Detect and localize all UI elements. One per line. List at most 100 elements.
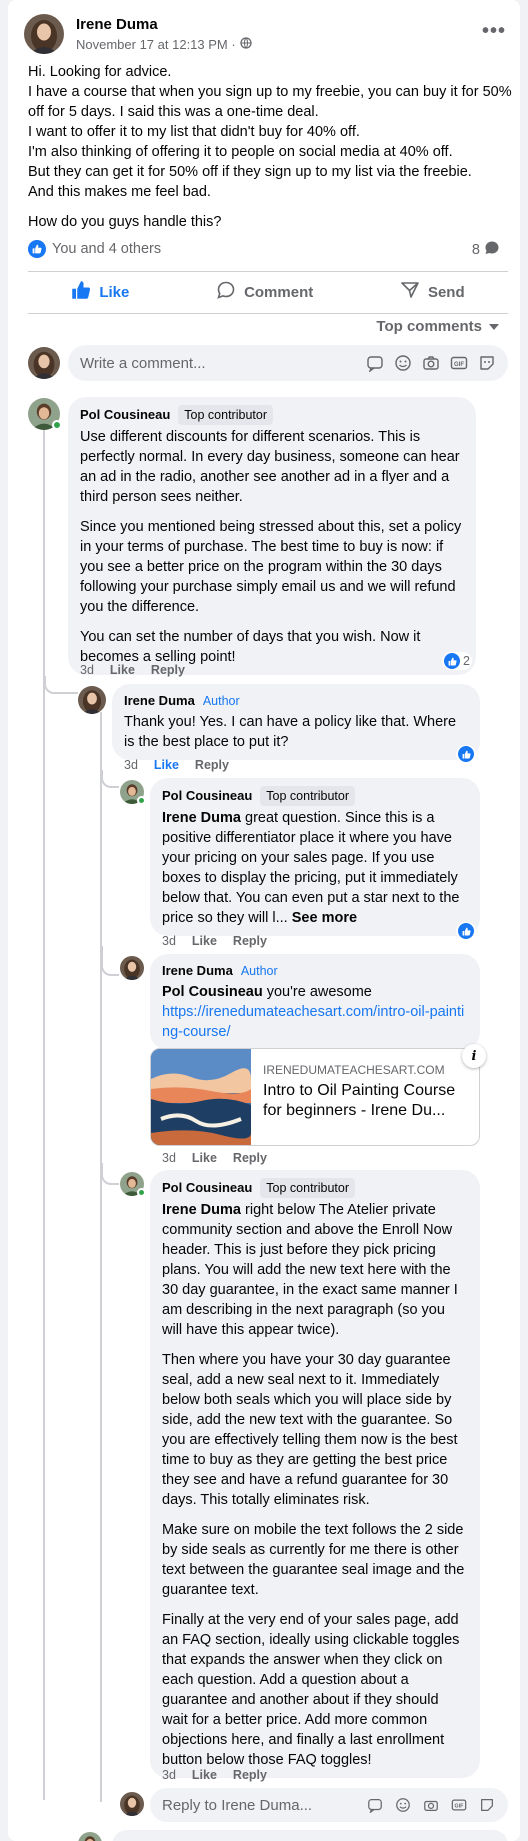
comment-paragraph: Since you mentioned being stressed about… bbox=[80, 519, 462, 615]
author-badge: Author bbox=[240, 964, 278, 978]
link-preview-image bbox=[151, 1049, 251, 1145]
like-button-label: Like bbox=[99, 283, 130, 301]
link-preview-card[interactable]: irenedumateachesart.com Intro to Oil Pai… bbox=[150, 1048, 480, 1146]
mention-link[interactable]: Pol Cousineau bbox=[162, 984, 263, 1000]
input-icons: GIF bbox=[366, 354, 496, 372]
next-comment-bubble bbox=[112, 1830, 508, 1841]
gif-icon[interactable]: GIF bbox=[450, 354, 468, 372]
send-button[interactable]: Send bbox=[386, 274, 479, 310]
reply-paragraph: Make sure on mobile the text follows the… bbox=[162, 1522, 465, 1598]
top-contributor-badge: Top contributor bbox=[260, 1178, 355, 1198]
reply-actions: 3d Like Reply bbox=[162, 1768, 267, 1782]
sticker-icon[interactable] bbox=[366, 354, 384, 372]
online-indicator bbox=[137, 1188, 146, 1197]
reply-author[interactable]: Irene Duma bbox=[162, 962, 233, 980]
reply-like-button[interactable]: Like bbox=[192, 934, 217, 948]
post-card: Irene Duma November 17 at 12:13 PM · •••… bbox=[8, 0, 520, 1841]
sort-label: Top comments bbox=[376, 318, 482, 335]
post-paragraph: I want to offer it to my list that didn'… bbox=[28, 124, 360, 140]
link-preview-domain: irenedumateachesart.com bbox=[263, 1063, 445, 1077]
reaction-count[interactable] bbox=[456, 922, 476, 940]
post-timestamp[interactable]: November 17 at 12:13 PM · bbox=[76, 37, 236, 52]
avatar-sticker-icon[interactable] bbox=[478, 354, 496, 372]
comment-header: Pol Cousineau Top contributor bbox=[80, 405, 464, 425]
reply-time[interactable]: 3d bbox=[162, 934, 176, 948]
online-indicator bbox=[52, 420, 62, 430]
reply-text: Irene Duma right below The Atelier priva… bbox=[162, 1200, 468, 1340]
camera-icon[interactable] bbox=[422, 1796, 440, 1814]
reactions-summary[interactable]: You and 4 others bbox=[28, 240, 161, 258]
reply-like-button[interactable]: Like bbox=[154, 758, 179, 772]
write-comment-input[interactable]: Write a comment... GIF bbox=[68, 345, 508, 381]
reply-time[interactable]: 3d bbox=[162, 1768, 176, 1782]
chevron-down-icon bbox=[488, 318, 500, 335]
mention-link[interactable]: Irene Duma bbox=[162, 1202, 241, 1218]
avatar[interactable] bbox=[78, 686, 106, 714]
comment-button[interactable]: Comment bbox=[202, 274, 327, 310]
reply-author[interactable]: Pol Cousineau bbox=[162, 787, 252, 805]
avatar[interactable] bbox=[24, 14, 64, 54]
link-preview-title: Intro to Oil Painting Course for beginne… bbox=[263, 1082, 456, 1119]
reply-like-button[interactable]: Like bbox=[192, 1768, 217, 1782]
comment-icon bbox=[484, 240, 500, 260]
online-indicator bbox=[137, 796, 146, 805]
like-button[interactable]: Like bbox=[57, 274, 143, 310]
reply-time[interactable]: 3d bbox=[162, 1151, 176, 1165]
post-paragraph: I'm also thinking of offering it to peop… bbox=[28, 144, 453, 160]
reply-input[interactable]: Reply to Irene Duma... GIF bbox=[150, 1788, 508, 1822]
camera-icon[interactable] bbox=[422, 354, 440, 372]
emoji-icon[interactable] bbox=[394, 1796, 412, 1814]
comment-author[interactable]: Pol Cousineau bbox=[80, 406, 170, 424]
post-paragraph: I have a course that when you sign up to… bbox=[28, 84, 512, 120]
more-icon[interactable]: ••• bbox=[482, 20, 506, 43]
avatar[interactable] bbox=[120, 956, 144, 980]
avatar[interactable] bbox=[78, 1832, 102, 1841]
reply-author[interactable]: Irene Duma bbox=[124, 692, 195, 710]
write-comment-placeholder: Write a comment... bbox=[80, 354, 206, 372]
top-contributor-badge: Top contributor bbox=[260, 786, 355, 806]
sticker-icon[interactable] bbox=[366, 1796, 384, 1814]
see-more-link[interactable]: See more bbox=[292, 910, 357, 926]
info-icon[interactable]: i bbox=[462, 1044, 486, 1068]
avatar[interactable] bbox=[120, 1792, 144, 1816]
link-preview-info: irenedumateachesart.com Intro to Oil Pai… bbox=[251, 1049, 479, 1145]
action-bar: Like Comment Send bbox=[28, 272, 508, 312]
reply-like-button[interactable]: Like bbox=[192, 1151, 217, 1165]
sort-comments-dropdown[interactable]: Top comments bbox=[376, 318, 500, 335]
svg-text:GIF: GIF bbox=[455, 1804, 465, 1810]
reply-reply-button[interactable]: Reply bbox=[233, 1151, 267, 1165]
divider bbox=[28, 313, 508, 314]
reply-reply-button[interactable]: Reply bbox=[233, 934, 267, 948]
emoji-icon[interactable] bbox=[394, 354, 412, 372]
reply-author[interactable]: Pol Cousineau bbox=[162, 1179, 252, 1197]
comment-button-label: Comment bbox=[244, 283, 314, 301]
comment-reply-button[interactable]: Reply bbox=[151, 663, 185, 677]
comment-paragraph: You can set the number of days that you … bbox=[80, 629, 421, 665]
reply-actions: 3d Like Reply bbox=[162, 934, 267, 948]
reply-reply-button[interactable]: Reply bbox=[195, 758, 229, 772]
post-author[interactable]: Irene Duma bbox=[76, 16, 158, 33]
comment-time[interactable]: 3d bbox=[80, 663, 94, 677]
reply-text-body: right below The Atelier private communit… bbox=[162, 1202, 458, 1338]
reaction-count[interactable] bbox=[456, 745, 476, 763]
comment-like-button[interactable]: Like bbox=[110, 663, 135, 677]
reply-time[interactable]: 3d bbox=[124, 758, 138, 772]
url-link[interactable]: https://irenedumateachesart.com/intro-oi… bbox=[162, 1004, 464, 1040]
thread-connector bbox=[101, 946, 119, 976]
avatar[interactable] bbox=[28, 347, 60, 379]
reply-header: Irene Duma Author bbox=[162, 962, 468, 980]
like-icon bbox=[71, 280, 91, 304]
svg-text:GIF: GIF bbox=[454, 362, 464, 368]
avatar-sticker-icon[interactable] bbox=[478, 1796, 496, 1814]
reply-bubble: Irene Duma Author Thank you! Yes. I can … bbox=[112, 684, 480, 760]
gif-icon[interactable]: GIF bbox=[450, 1796, 468, 1814]
mention-link[interactable]: Irene Duma bbox=[162, 810, 241, 826]
like-icon bbox=[444, 653, 460, 669]
reply-actions: 3d Like Reply bbox=[124, 758, 229, 772]
author-badge: Author bbox=[202, 694, 240, 708]
reply-reply-button[interactable]: Reply bbox=[233, 1768, 267, 1782]
reaction-count[interactable]: 2 bbox=[442, 652, 472, 670]
top-contributor-badge: Top contributor bbox=[178, 405, 273, 425]
comment-count[interactable]: 8 bbox=[472, 240, 500, 260]
post-meta: November 17 at 12:13 PM · bbox=[76, 37, 252, 52]
